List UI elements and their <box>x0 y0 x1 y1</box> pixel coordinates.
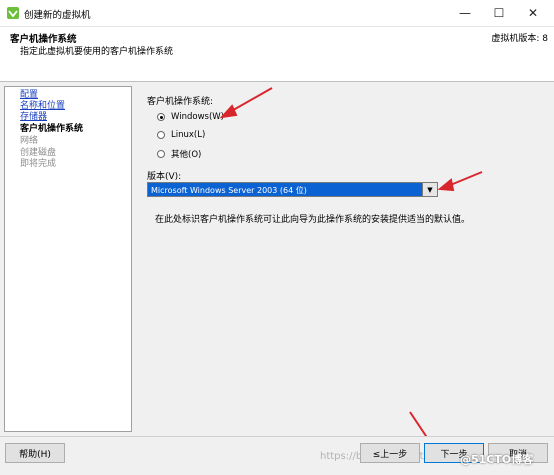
window-title: 创建新的虚拟机 <box>24 10 91 21</box>
help-button[interactable]: 帮助(H) <box>5 443 65 463</box>
info-text: 在此处标识客户机操作系统可让此向导为此操作系统的安装提供适当的默认值。 <box>155 215 471 225</box>
version-select[interactable]: Microsoft Windows Server 2003 (64 位) ▼ <box>147 182 438 197</box>
wizard-steps-sidebar: 配置 名称和位置 存储器 客户机操作系统 网络 创建磁盘 即将完成 <box>4 86 132 432</box>
minimize-button[interactable]: — <box>448 0 482 26</box>
step-guest-os: 客户机操作系统 <box>20 124 84 134</box>
step-network: 网络 <box>20 136 39 146</box>
radio-windows-label: Windows(W) <box>171 112 224 122</box>
back-button[interactable]: ≤上一步 <box>360 443 420 463</box>
watermark-51cto: @51CTO博客 <box>460 453 534 466</box>
wizard-header: 客户机操作系统 指定此虚拟机要使用的客户机操作系统 虚拟机版本: 8 <box>0 27 554 82</box>
radio-linux-indicator[interactable] <box>157 131 165 139</box>
dropdown-arrow-icon[interactable]: ▼ <box>422 183 437 196</box>
title-bar: 创建新的虚拟机 — ☐ ✕ <box>0 0 554 27</box>
radio-linux[interactable]: Linux(L) <box>157 130 205 140</box>
step-storage[interactable]: 存储器 <box>20 112 47 123</box>
radio-windows-indicator[interactable] <box>157 113 165 121</box>
step-ready-to-complete: 即将完成 <box>20 159 57 169</box>
vsphere-logo-icon <box>7 7 19 19</box>
maximize-button[interactable]: ☐ <box>482 0 516 26</box>
main-panel: 客户机操作系统: Windows(W) Linux(L) 其他(O) 版本(V)… <box>133 86 550 432</box>
page-subtitle: 指定此虚拟机要使用的客户机操作系统 <box>20 47 174 57</box>
page-title: 客户机操作系统 <box>10 34 77 45</box>
step-config[interactable]: 配置 <box>20 90 38 101</box>
radio-other-label: 其他(O) <box>171 150 202 160</box>
radio-other[interactable]: 其他(O) <box>157 148 201 160</box>
radio-linux-label: Linux(L) <box>171 130 206 140</box>
wizard-content: 配置 名称和位置 存储器 客户机操作系统 网络 创建磁盘 即将完成 客户机操作系… <box>0 82 554 436</box>
radio-other-indicator[interactable] <box>157 150 165 158</box>
guest-os-label: 客户机操作系统: <box>147 97 214 107</box>
step-name-location[interactable]: 名称和位置 <box>20 101 65 112</box>
wizard-footer: 帮助(H) https://blog.csdn.net/ ≤上一步 下一步 取消… <box>0 436 554 475</box>
vm-version-label: 虚拟机版本: 8 <box>491 34 548 44</box>
version-label: 版本(V): <box>147 172 182 182</box>
close-button[interactable]: ✕ <box>516 0 550 26</box>
radio-windows[interactable]: Windows(W) <box>157 112 224 122</box>
version-select-value: Microsoft Windows Server 2003 (64 位) <box>151 186 307 195</box>
step-create-disk: 创建磁盘 <box>20 148 57 158</box>
